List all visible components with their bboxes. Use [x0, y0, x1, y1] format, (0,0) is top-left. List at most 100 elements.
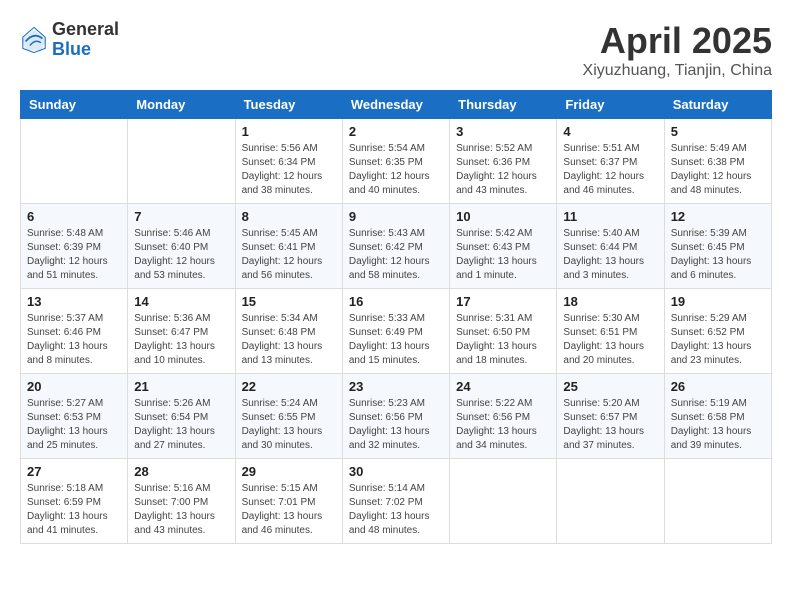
- day-number: 15: [242, 294, 336, 309]
- day-number: 28: [134, 464, 228, 479]
- day-cell: 23 Sunrise: 5:23 AM Sunset: 6:56 PM Dayli…: [342, 374, 449, 459]
- day-info: Sunrise: 5:26 AM Sunset: 6:54 PM Dayligh…: [134, 397, 228, 453]
- day-cell: 29 Sunrise: 5:15 AM Sunset: 7:01 PM Dayli…: [235, 459, 342, 544]
- day-info: Sunrise: 5:16 AM Sunset: 7:00 PM Dayligh…: [134, 482, 228, 538]
- day-info: Sunrise: 5:29 AM Sunset: 6:52 PM Dayligh…: [671, 312, 765, 368]
- day-cell: 9 Sunrise: 5:43 AM Sunset: 6:42 PM Daylig…: [342, 204, 449, 289]
- day-cell: 4Sunrise: 5:51 AM Sunset: 6:37 PM Daylig…: [557, 119, 664, 204]
- day-cell: 17Sunrise: 5:31 AM Sunset: 6:50 PM Dayli…: [450, 289, 557, 374]
- location-text: Xiyuzhuang, Tianjin, China: [583, 62, 772, 80]
- day-number: 24: [456, 379, 550, 394]
- day-number: 25: [563, 379, 657, 394]
- weekday-header-row: SundayMondayTuesdayWednesdayThursdayFrid…: [21, 91, 772, 119]
- day-info: Sunrise: 5:27 AM Sunset: 6:53 PM Dayligh…: [27, 397, 121, 453]
- day-cell: 30 Sunrise: 5:14 AM Sunset: 7:02 PM Dayli…: [342, 459, 449, 544]
- day-number: 26: [671, 379, 765, 394]
- day-cell: 1Sunrise: 5:56 AM Sunset: 6:34 PM Daylig…: [235, 119, 342, 204]
- day-cell: 6 Sunrise: 5:48 AM Sunset: 6:39 PM Daylig…: [21, 204, 128, 289]
- logo-blue-text: Blue: [52, 40, 119, 60]
- day-info: Sunrise: 5:42 AM Sunset: 6:43 PM Dayligh…: [456, 227, 550, 283]
- day-number: 30: [349, 464, 443, 479]
- day-cell: [21, 119, 128, 204]
- weekday-header-monday: Monday: [128, 91, 235, 119]
- day-info: Sunrise: 5:23 AM Sunset: 6:56 PM Dayligh…: [349, 397, 443, 453]
- day-cell: 8Sunrise: 5:45 AM Sunset: 6:41 PM Daylig…: [235, 204, 342, 289]
- day-cell: 24 Sunrise: 5:22 AM Sunset: 6:56 PM Dayli…: [450, 374, 557, 459]
- logo-text: General Blue: [52, 20, 119, 60]
- week-row-4: 20 Sunrise: 5:27 AM Sunset: 6:53 PM Dayli…: [21, 374, 772, 459]
- day-number: 6: [27, 209, 121, 224]
- day-number: 21: [134, 379, 228, 394]
- week-row-3: 13Sunrise: 5:37 AM Sunset: 6:46 PM Dayli…: [21, 289, 772, 374]
- weekday-header-thursday: Thursday: [450, 91, 557, 119]
- day-info: Sunrise: 5:34 AM Sunset: 6:48 PM Dayligh…: [242, 312, 336, 368]
- day-info: Sunrise: 5:43 AM Sunset: 6:42 PM Dayligh…: [349, 227, 443, 283]
- day-number: 5: [671, 124, 765, 139]
- day-info: Sunrise: 5:52 AM Sunset: 6:36 PM Dayligh…: [456, 142, 550, 198]
- day-cell: [557, 459, 664, 544]
- day-cell: 14 Sunrise: 5:36 AM Sunset: 6:47 PM Dayli…: [128, 289, 235, 374]
- day-cell: 21 Sunrise: 5:26 AM Sunset: 6:54 PM Dayli…: [128, 374, 235, 459]
- day-number: 29: [242, 464, 336, 479]
- day-info: Sunrise: 5:45 AM Sunset: 6:41 PM Dayligh…: [242, 227, 336, 283]
- page-header: General Blue April 2025 Xiyuzhuang, Tian…: [20, 20, 772, 80]
- day-info: Sunrise: 5:48 AM Sunset: 6:39 PM Dayligh…: [27, 227, 121, 283]
- day-number: 2: [349, 124, 443, 139]
- day-cell: 16 Sunrise: 5:33 AM Sunset: 6:49 PM Dayli…: [342, 289, 449, 374]
- calendar-table: SundayMondayTuesdayWednesdayThursdayFrid…: [20, 90, 772, 544]
- weekday-header-saturday: Saturday: [664, 91, 771, 119]
- day-number: 11: [563, 209, 657, 224]
- day-number: 23: [349, 379, 443, 394]
- day-info: Sunrise: 5:33 AM Sunset: 6:49 PM Dayligh…: [349, 312, 443, 368]
- day-info: Sunrise: 5:22 AM Sunset: 6:56 PM Dayligh…: [456, 397, 550, 453]
- day-cell: [128, 119, 235, 204]
- day-number: 1: [242, 124, 336, 139]
- day-number: 10: [456, 209, 550, 224]
- day-info: Sunrise: 5:15 AM Sunset: 7:01 PM Dayligh…: [242, 482, 336, 538]
- week-row-5: 27 Sunrise: 5:18 AM Sunset: 6:59 PM Dayli…: [21, 459, 772, 544]
- day-cell: 19Sunrise: 5:29 AM Sunset: 6:52 PM Dayli…: [664, 289, 771, 374]
- day-info: Sunrise: 5:30 AM Sunset: 6:51 PM Dayligh…: [563, 312, 657, 368]
- day-info: Sunrise: 5:14 AM Sunset: 7:02 PM Dayligh…: [349, 482, 443, 538]
- day-info: Sunrise: 5:24 AM Sunset: 6:55 PM Dayligh…: [242, 397, 336, 453]
- day-cell: 5 Sunrise: 5:49 AM Sunset: 6:38 PM Daylig…: [664, 119, 771, 204]
- weekday-header-wednesday: Wednesday: [342, 91, 449, 119]
- day-cell: 10 Sunrise: 5:42 AM Sunset: 6:43 PM Dayli…: [450, 204, 557, 289]
- day-info: Sunrise: 5:18 AM Sunset: 6:59 PM Dayligh…: [27, 482, 121, 538]
- day-cell: 18 Sunrise: 5:30 AM Sunset: 6:51 PM Dayli…: [557, 289, 664, 374]
- day-cell: 26 Sunrise: 5:19 AM Sunset: 6:58 PM Dayli…: [664, 374, 771, 459]
- week-row-2: 6 Sunrise: 5:48 AM Sunset: 6:39 PM Daylig…: [21, 204, 772, 289]
- day-number: 13: [27, 294, 121, 309]
- day-cell: 7Sunrise: 5:46 AM Sunset: 6:40 PM Daylig…: [128, 204, 235, 289]
- day-number: 20: [27, 379, 121, 394]
- week-row-1: 1Sunrise: 5:56 AM Sunset: 6:34 PM Daylig…: [21, 119, 772, 204]
- day-number: 12: [671, 209, 765, 224]
- day-cell: 13Sunrise: 5:37 AM Sunset: 6:46 PM Dayli…: [21, 289, 128, 374]
- weekday-header-tuesday: Tuesday: [235, 91, 342, 119]
- title-block: April 2025 Xiyuzhuang, Tianjin, China: [583, 20, 772, 80]
- day-cell: 15 Sunrise: 5:34 AM Sunset: 6:48 PM Dayli…: [235, 289, 342, 374]
- day-cell: 11 Sunrise: 5:40 AM Sunset: 6:44 PM Dayli…: [557, 204, 664, 289]
- day-cell: 22Sunrise: 5:24 AM Sunset: 6:55 PM Dayli…: [235, 374, 342, 459]
- day-number: 16: [349, 294, 443, 309]
- day-info: Sunrise: 5:19 AM Sunset: 6:58 PM Dayligh…: [671, 397, 765, 453]
- day-number: 17: [456, 294, 550, 309]
- day-cell: 28 Sunrise: 5:16 AM Sunset: 7:00 PM Dayli…: [128, 459, 235, 544]
- weekday-header-sunday: Sunday: [21, 91, 128, 119]
- day-number: 14: [134, 294, 228, 309]
- day-info: Sunrise: 5:36 AM Sunset: 6:47 PM Dayligh…: [134, 312, 228, 368]
- day-number: 27: [27, 464, 121, 479]
- day-info: Sunrise: 5:39 AM Sunset: 6:45 PM Dayligh…: [671, 227, 765, 283]
- day-cell: [664, 459, 771, 544]
- logo-icon: [20, 26, 48, 54]
- day-info: Sunrise: 5:49 AM Sunset: 6:38 PM Dayligh…: [671, 142, 765, 198]
- logo-general-text: General: [52, 20, 119, 40]
- day-cell: 20 Sunrise: 5:27 AM Sunset: 6:53 PM Dayli…: [21, 374, 128, 459]
- day-number: 3: [456, 124, 550, 139]
- day-number: 7: [134, 209, 228, 224]
- day-cell: 3 Sunrise: 5:52 AM Sunset: 6:36 PM Daylig…: [450, 119, 557, 204]
- day-number: 9: [349, 209, 443, 224]
- day-info: Sunrise: 5:40 AM Sunset: 6:44 PM Dayligh…: [563, 227, 657, 283]
- day-number: 18: [563, 294, 657, 309]
- day-cell: 25Sunrise: 5:20 AM Sunset: 6:57 PM Dayli…: [557, 374, 664, 459]
